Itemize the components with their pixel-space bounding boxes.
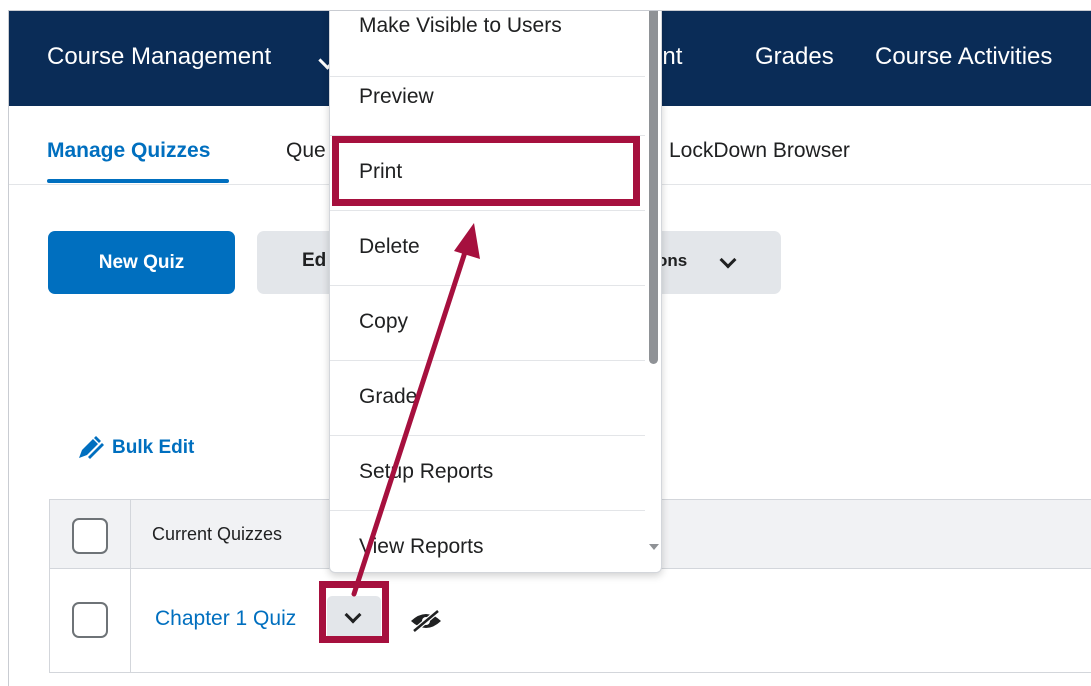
lms-window: Course Management ntent Grades Course Ac… — [8, 10, 1091, 686]
annotation-arrow — [351, 223, 480, 597]
